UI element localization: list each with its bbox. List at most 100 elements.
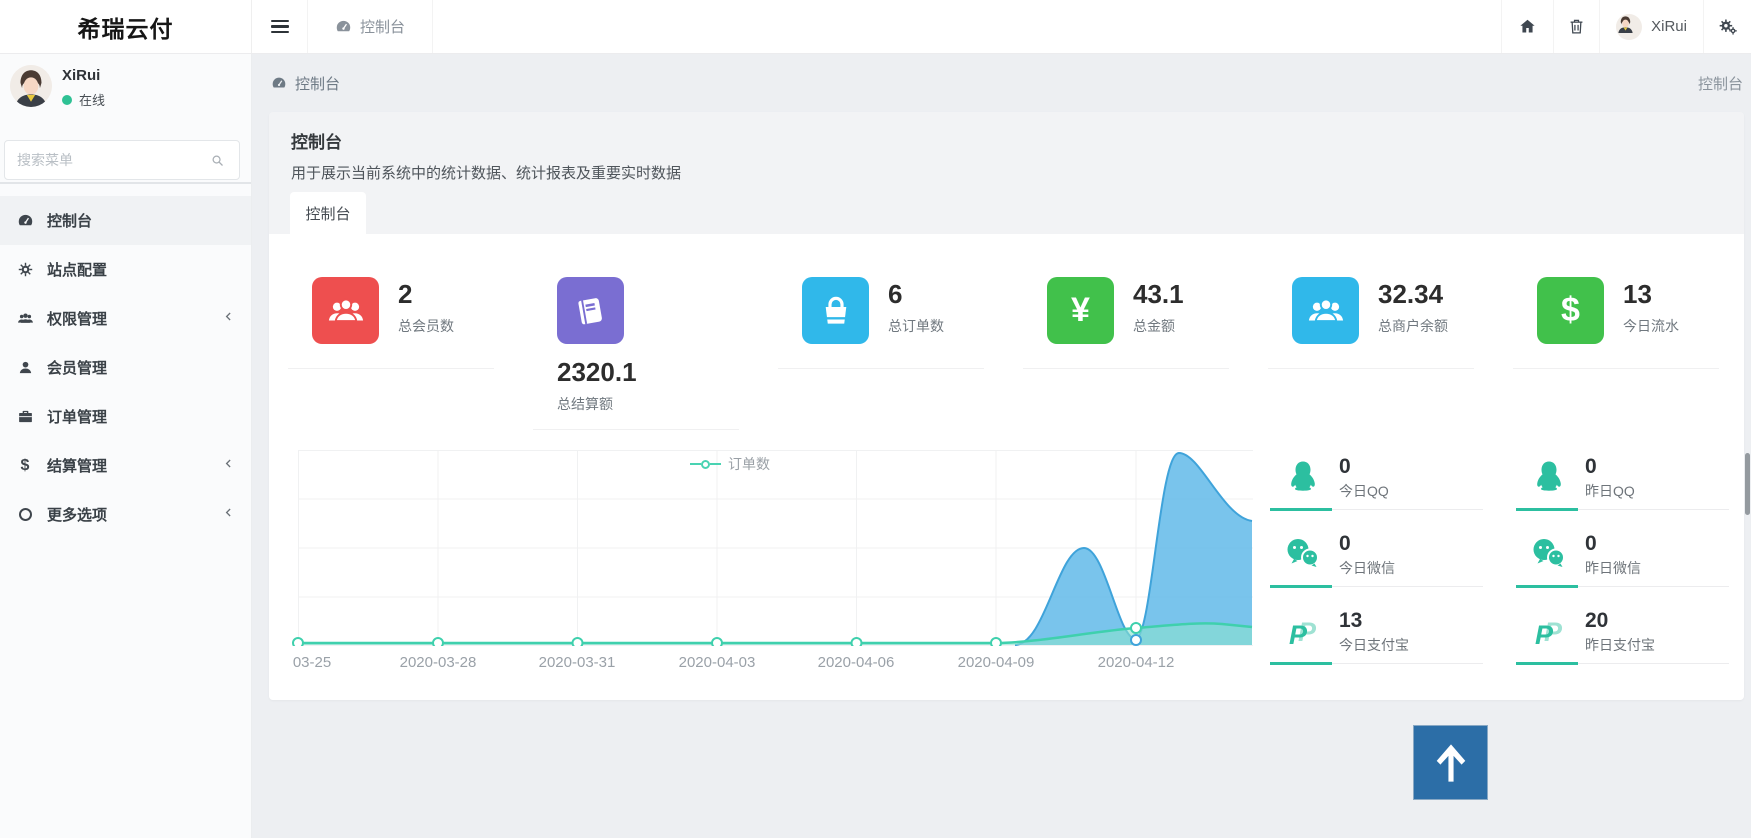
- stat-value: 0: [1339, 532, 1351, 556]
- stat-label: 昨日QQ: [1585, 481, 1635, 501]
- legend-marker-icon: [701, 460, 710, 469]
- stat-total-amount: ¥ 43.1 总金额: [1023, 277, 1268, 430]
- circle-icon: [14, 508, 36, 521]
- stat-value: 2: [398, 280, 454, 310]
- stat-yesterday-alipay: P P 20 昨日支付宝: [1516, 609, 1729, 669]
- sidebar-search: [4, 140, 240, 180]
- search-icon[interactable]: [210, 153, 239, 168]
- paypal-icon: P P: [1283, 611, 1323, 651]
- sidebar-item-permissions[interactable]: 权限管理: [0, 294, 251, 343]
- sidebar-item-orders[interactable]: 订单管理: [0, 392, 251, 441]
- stat-label: 今日流水: [1623, 316, 1679, 336]
- chart-plot: [290, 450, 1253, 646]
- book-icon: [557, 277, 624, 344]
- users-group-icon: [312, 277, 379, 344]
- header-tab-dashboard[interactable]: 控制台: [307, 0, 433, 53]
- breadcrumb-dashboard-link[interactable]: 控制台: [271, 73, 340, 94]
- stat-label: 今日QQ: [1339, 481, 1389, 501]
- breadcrumb: 控制台 控制台: [252, 54, 1751, 112]
- sidebar-toggle-button[interactable]: [252, 0, 307, 53]
- trash-button[interactable]: [1553, 0, 1599, 53]
- arrow-up-icon: [1433, 743, 1469, 783]
- divider: [1268, 368, 1474, 369]
- sidebar-item-label: 订单管理: [47, 406, 107, 427]
- sidebar-user-status: 在线: [62, 90, 105, 109]
- sidebar-item-label: 权限管理: [47, 308, 107, 329]
- x-tick: 03-25: [247, 654, 377, 671]
- main-content: 控制台 控制台 控制台 用于展示当前系统中的统计数据、统计报表及重要实时数据 控…: [252, 54, 1751, 838]
- stat-today-alipay: P P 13 今日支付宝: [1270, 609, 1483, 669]
- gauge-icon: [14, 212, 36, 229]
- stat-merchant-balance: 32.34 总商户余额: [1268, 277, 1513, 430]
- status-label: 在线: [79, 90, 105, 109]
- sidebar-item-label: 结算管理: [47, 455, 107, 476]
- header-tab-label: 控制台: [360, 16, 405, 37]
- avatar: [1616, 14, 1642, 40]
- sidebar-item-site-config[interactable]: 站点配置: [0, 245, 251, 294]
- x-tick: 2020-03-31: [512, 654, 642, 671]
- dollar-icon: $: [1537, 277, 1604, 344]
- legend-line-icon: [690, 463, 701, 465]
- stat-value: 2320.1: [557, 358, 778, 388]
- stat-label: 今日微信: [1339, 558, 1395, 578]
- svg-text:P: P: [1289, 620, 1308, 650]
- tab-dashboard[interactable]: 控制台: [290, 192, 366, 234]
- stat-value: 0: [1339, 455, 1351, 479]
- sidebar-item-more-options[interactable]: 更多选项: [0, 490, 251, 539]
- divider: [1023, 368, 1229, 369]
- orders-chart: 订单数 03-25 2020-03-28 2020-03-31 2020-04-…: [290, 450, 1253, 690]
- yuan-icon: ¥: [1047, 277, 1114, 344]
- chart-legend[interactable]: 订单数: [690, 454, 770, 474]
- back-to-top-button[interactable]: [1413, 725, 1488, 800]
- area-series-blue: [298, 453, 1252, 645]
- progress-underline: [1270, 586, 1483, 587]
- app-logo[interactable]: 希瑞云付: [78, 10, 174, 44]
- sidebar-item-dashboard[interactable]: 控制台: [0, 196, 251, 245]
- sidebar-item-settlement[interactable]: $ 结算管理: [0, 441, 251, 490]
- home-button[interactable]: [1501, 0, 1553, 53]
- sidebar-item-members[interactable]: 会员管理: [0, 343, 251, 392]
- stat-total-settlement: 2320.1 总结算额: [533, 277, 778, 430]
- stat-value: 0: [1585, 455, 1597, 479]
- sidebar-user-block: XiRui 在线: [0, 54, 251, 128]
- progress-underline: [1516, 586, 1729, 587]
- svg-text:P: P: [1535, 620, 1554, 650]
- search-input[interactable]: [5, 152, 210, 168]
- stat-label: 总订单数: [888, 316, 944, 336]
- stat-total-orders: 6 总订单数: [778, 277, 1023, 430]
- divider: [778, 368, 984, 369]
- stat-today-wechat: 0 今日微信: [1270, 532, 1483, 592]
- sidebar-item-label: 会员管理: [47, 357, 107, 378]
- card-header: 控制台 用于展示当前系统中的统计数据、统计报表及重要实时数据 控制台: [269, 112, 1744, 234]
- x-tick: 2020-04-06: [791, 654, 921, 671]
- stat-value: 13: [1623, 280, 1679, 310]
- stat-today-flow: $ 13 今日流水: [1513, 277, 1751, 430]
- sidebar-user-name: XiRui: [62, 67, 100, 84]
- users-group-icon: [1292, 277, 1359, 344]
- stat-label: 总会员数: [398, 316, 454, 336]
- page-title: 控制台: [291, 128, 1722, 153]
- dashboard-card: 控制台 用于展示当前系统中的统计数据、统计报表及重要实时数据 控制台: [269, 112, 1744, 700]
- stat-yesterday-wechat: 0 昨日微信: [1516, 532, 1729, 592]
- qq-icon: [1529, 457, 1569, 497]
- stat-today-qq: 0 今日QQ: [1270, 455, 1483, 515]
- stat-value: 0: [1585, 532, 1597, 556]
- stat-yesterday-qq: 0 昨日QQ: [1516, 455, 1729, 515]
- dollar-icon: $: [14, 457, 36, 475]
- card-body: 2 总会员数: [269, 234, 1744, 700]
- divider: [288, 368, 494, 369]
- user-menu[interactable]: XiRui: [1599, 0, 1703, 53]
- progress-underline: [1516, 663, 1729, 664]
- stat-label: 总金额: [1133, 316, 1184, 336]
- home-icon: [1518, 17, 1537, 36]
- trash-icon: [1567, 17, 1586, 36]
- wechat-icon: [1283, 534, 1323, 574]
- chevron-left-icon: [222, 506, 235, 523]
- legend-label: 订单数: [728, 454, 770, 474]
- settings-button[interactable]: [1703, 0, 1751, 53]
- vertical-scrollbar-thumb[interactable]: [1745, 453, 1750, 515]
- divider: [533, 429, 739, 430]
- stat-label: 总结算额: [557, 394, 778, 414]
- avatar: [10, 65, 52, 107]
- gauge-icon: [271, 75, 287, 91]
